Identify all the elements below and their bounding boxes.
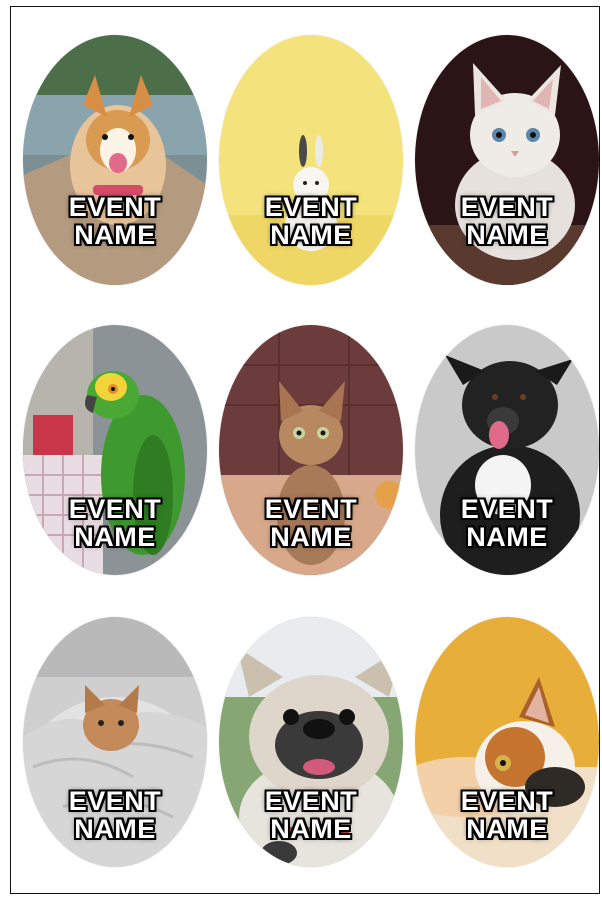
sticker-label: EVENT NAME [219,193,403,249]
sticker-sheet: EVENT NAME EVENT NAME EVENT NAME EVENT N… [10,6,600,894]
sticker-label: EVENT NAME [415,193,599,249]
label-line-1: EVENT [460,494,554,524]
sticker-label: EVENT NAME [23,495,207,551]
sticker-label: EVENT NAME [415,495,599,551]
sticker-corgi: EVENT NAME [23,35,207,285]
label-line-2: NAME [74,522,156,552]
sticker-blanket-cat: EVENT NAME [23,617,207,867]
sticker-label: EVENT NAME [23,193,207,249]
sticker-bunny: EVENT NAME [219,35,403,285]
label-line-1: EVENT [264,786,358,816]
sticker-parrot: EVENT NAME [23,325,207,575]
label-line-2: NAME [466,814,548,844]
label-line-1: EVENT [264,494,358,524]
label-line-2: NAME [74,220,156,250]
sticker-label: EVENT NAME [219,787,403,843]
sticker-grid: EVENT NAME EVENT NAME EVENT NAME EVENT N… [11,7,599,893]
sticker-label: EVENT NAME [23,787,207,843]
label-line-2: NAME [74,814,156,844]
label-line-1: EVENT [460,786,554,816]
label-line-2: NAME [270,814,352,844]
label-line-2: NAME [270,220,352,250]
label-line-2: NAME [466,220,548,250]
label-line-1: EVENT [460,192,554,222]
sticker-label: EVENT NAME [219,495,403,551]
sticker-calico-cat: EVENT NAME [415,617,599,867]
sticker-white-kitten: EVENT NAME [415,35,599,285]
label-line-2: NAME [466,522,548,552]
sticker-label: EVENT NAME [415,787,599,843]
sticker-border-collie: EVENT NAME [415,325,599,575]
sticker-tabby-kitten: EVENT NAME [219,325,403,575]
sticker-bulldog: EVENT NAME [219,617,403,867]
label-line-1: EVENT [68,494,162,524]
label-line-1: EVENT [68,192,162,222]
label-line-2: NAME [270,522,352,552]
label-line-1: EVENT [264,192,358,222]
label-line-1: EVENT [68,786,162,816]
